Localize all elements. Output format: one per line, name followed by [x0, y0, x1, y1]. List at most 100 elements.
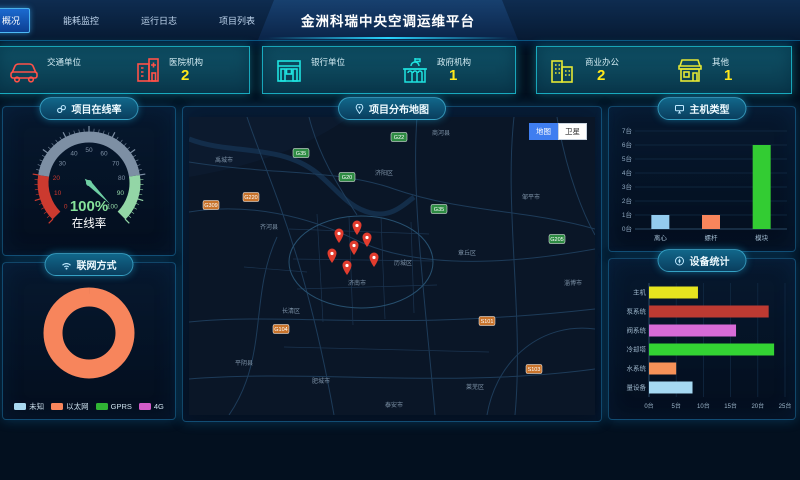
y-axis-label: 1台 [622, 210, 632, 219]
legend-item[interactable]: 以太网 [51, 401, 89, 412]
svg-text:70: 70 [112, 161, 120, 168]
nav-tab[interactable]: 项目列表 [210, 9, 264, 32]
network-donut-chart [4, 281, 174, 389]
legend-item[interactable]: GPRS [96, 401, 132, 412]
svg-text:80: 80 [118, 175, 126, 182]
government-icon [401, 57, 429, 84]
x-axis-label: 15台 [724, 402, 737, 410]
hospital-icon [135, 57, 161, 84]
x-axis-label: 0台 [644, 402, 653, 410]
stat-card: 商业办公2其他1 [536, 46, 792, 94]
x-axis-label: 5台 [672, 402, 681, 410]
panel-map-header: 项目分布地图 [338, 97, 446, 120]
x-axis-label: 20台 [751, 402, 764, 410]
stat-value [311, 68, 345, 84]
bar[interactable] [753, 145, 771, 229]
nav-tab[interactable]: 能耗监控 [54, 9, 108, 32]
y-axis-label: 7台 [622, 126, 632, 135]
car-icon [9, 57, 39, 83]
bar[interactable] [649, 382, 693, 394]
map-controls: 地图卫星 [529, 123, 587, 140]
road-badge-label: G22 [394, 135, 404, 141]
road-badge-label: G309 [204, 203, 217, 209]
x-axis-label: 25台 [779, 402, 792, 410]
y-axis-label: 水系统 [627, 364, 647, 373]
bar[interactable] [651, 215, 669, 229]
title-plate: 金洲科瑞中央空调运维平台 [258, 0, 518, 40]
stat-item[interactable]: 医院机构2 [123, 56, 249, 84]
x-axis-label: 螺杆 [705, 233, 719, 242]
y-axis-label: 3台 [622, 182, 632, 191]
stat-item[interactable]: 其他1 [664, 56, 791, 84]
bank-icon [275, 57, 303, 83]
map-box[interactable]: 地图卫星 禹城市商 [189, 117, 595, 415]
road-badge-label: G35 [434, 207, 444, 213]
map-control-button[interactable]: 卫星 [558, 123, 587, 140]
map-control-button[interactable]: 地图 [529, 123, 558, 140]
bar[interactable] [649, 325, 736, 337]
y-axis-label: 2台 [622, 196, 632, 205]
map-place-label: 淄博市 [564, 279, 582, 287]
top-bar: 概况能耗监控运行日志项目列表视频监控 金洲科瑞中央空调运维平台 [0, 0, 800, 41]
legend-item[interactable]: 未知 [14, 401, 44, 412]
svg-text:90: 90 [117, 190, 125, 197]
legend-swatch [139, 403, 151, 410]
legend-swatch [96, 403, 108, 410]
stat-label: 银行单位 [311, 56, 345, 68]
map-place-label: 济南市 [348, 279, 366, 287]
svg-text:100: 100 [107, 203, 118, 210]
online-rate-gauge: 0102030405060708090100100%在线率 [4, 123, 174, 249]
x-axis-label: 10台 [697, 402, 710, 410]
stat-item[interactable]: 商业办公2 [537, 56, 664, 84]
stat-item[interactable]: 政府机构1 [389, 56, 515, 84]
stat-value: 2 [585, 68, 619, 84]
svg-text:40: 40 [70, 151, 78, 158]
panel-title: 主机类型 [690, 101, 730, 116]
map-place-label: 平阴县 [235, 359, 253, 367]
svg-text:30: 30 [59, 161, 67, 168]
device-stats-bar-chart: 0台5台10台15台20台25台主机泵系统阀系统冷却塔水系统量设备 [609, 273, 795, 415]
svg-text:20: 20 [53, 175, 61, 182]
wifi-icon [62, 260, 72, 270]
svg-text:50: 50 [85, 147, 93, 154]
panel-online-rate-header: 项目在线率 [40, 97, 139, 120]
panel-network-header: 联网方式 [45, 253, 134, 276]
map-place-label: 邹平市 [522, 193, 540, 201]
nav-tab[interactable]: 运行日志 [132, 9, 186, 32]
compass-icon [675, 256, 685, 266]
map-place-label: 历城区 [394, 260, 412, 267]
y-axis-label: 量设备 [627, 383, 647, 392]
road-badge-label: G205 [550, 237, 563, 243]
legend-swatch [14, 403, 26, 410]
map-place-label: 莱芜区 [466, 383, 484, 391]
stat-item[interactable]: 银行单位 [263, 56, 389, 84]
y-axis-label: 主机 [633, 288, 647, 297]
panel-online-rate: 项目在线率 0102030405060708090100100%在线率 [2, 106, 176, 256]
office-icon [549, 57, 577, 84]
panel-title: 项目分布地图 [369, 101, 429, 116]
project-map[interactable]: 禹城市商河县济阳区齐河县邹平市淄博市章丘区济南市历城区长清区平阴县肥城市泰安市莱… [189, 117, 595, 415]
title-glow-line [268, 37, 508, 39]
page-title: 金洲科瑞中央空调运维平台 [301, 10, 475, 30]
bar[interactable] [649, 306, 769, 318]
legend-item[interactable]: 4G [139, 401, 164, 412]
bar[interactable] [702, 215, 720, 229]
map-place-label: 商河县 [432, 129, 450, 137]
bar[interactable] [649, 287, 698, 299]
map-place-label: 济阳区 [375, 169, 393, 177]
donut-slice [53, 297, 125, 369]
monitor-icon [675, 104, 685, 114]
map-place-label: 禹城市 [215, 156, 233, 164]
y-axis-label: 阀系统 [627, 326, 647, 335]
x-axis-label: 模块 [755, 233, 769, 242]
gauge-label: 在线率 [72, 216, 107, 230]
legend-swatch [51, 403, 63, 410]
bar[interactable] [649, 363, 676, 375]
y-axis-label: 0台 [622, 224, 632, 233]
y-axis-label: 冷却塔 [627, 345, 647, 354]
bar[interactable] [649, 344, 774, 356]
nav-tab[interactable]: 概况 [0, 8, 30, 33]
stat-item[interactable]: 交通单位 [0, 56, 123, 84]
panel-project-map: 项目分布地图 地图卫星 [182, 106, 602, 422]
host-type-bar-chart: 0台1台2台3台4台5台6台7台离心螺杆模块 [609, 121, 795, 247]
